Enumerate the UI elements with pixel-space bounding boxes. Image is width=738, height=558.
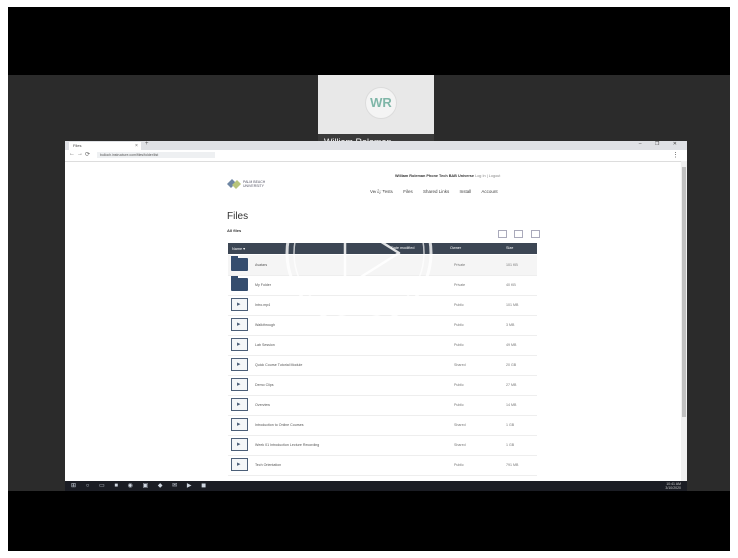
login-links[interactable]: Log In | Logout xyxy=(475,174,500,178)
reload-icon[interactable]: ⟳ xyxy=(85,151,90,158)
scroll-thumb[interactable] xyxy=(682,167,686,417)
file-size: 27 MB xyxy=(506,383,517,387)
file-icon xyxy=(231,398,248,411)
file-size: 40 KB xyxy=(506,283,516,287)
file-size: 1 GB xyxy=(506,423,515,427)
delete-icon[interactable] xyxy=(530,230,540,238)
logo-mark-icon xyxy=(227,179,241,189)
file-icon xyxy=(231,458,248,471)
file-icon xyxy=(231,438,248,451)
video-frame[interactable]: WR William Roleman Files × + – ❐ ✕ ← → ⟳… xyxy=(8,7,730,551)
participant-avatar: WR xyxy=(365,87,397,119)
file-owner: Public xyxy=(454,323,464,327)
file-icon xyxy=(231,338,248,351)
scrollbar[interactable] xyxy=(681,161,687,489)
logo-text: PALM BEACH UNIVERSITY xyxy=(243,180,266,188)
nav-install[interactable]: Install xyxy=(460,189,472,194)
file-name[interactable]: My Folder xyxy=(255,283,271,287)
file-name[interactable]: Avatars xyxy=(255,263,267,267)
new-folder-icon[interactable] xyxy=(514,230,524,238)
address-bar: ← → ⟳ bulloch.instructure.com/files/fold… xyxy=(65,150,687,162)
file-owner: Public xyxy=(454,463,464,467)
back-icon[interactable]: ← xyxy=(69,151,75,157)
letterbox-top xyxy=(8,7,730,75)
table-row[interactable]: Week 01 Introduction Lecture Recording Sh… xyxy=(228,435,537,456)
file-owner: Shared xyxy=(454,423,466,427)
taskbar-clock: 10:41 AM 3/10/2020 xyxy=(665,482,681,490)
tab-bar: Files × + – ❐ ✕ xyxy=(65,141,687,150)
folder-icon xyxy=(231,256,248,271)
file-name[interactable]: Tech Orientation xyxy=(255,463,281,467)
file-icon xyxy=(231,378,248,391)
file-owner: Shared xyxy=(454,443,466,447)
file-name[interactable]: Lab Session xyxy=(255,343,275,347)
file-name[interactable]: Demo Clips xyxy=(255,383,274,387)
taskbar: ⊞ ○ ▭ ■ ◉ ▣ ◆ ✉ ▶ ◼ 10:41 AM 3/10/2020 xyxy=(65,481,687,491)
play-icon[interactable] xyxy=(283,177,435,329)
file-icon xyxy=(231,358,248,371)
table-row[interactable]: Introduction to Online Courses Shared 1 GB xyxy=(228,415,537,436)
file-name[interactable]: Week 01 Introduction Lecture Recording xyxy=(255,443,319,447)
file-size: 101 MB xyxy=(506,303,519,307)
folder-icon xyxy=(231,276,248,291)
clock-date: 3/10/2020 xyxy=(665,486,681,490)
file-size: 14 MB xyxy=(506,403,517,407)
file-toolbar xyxy=(495,225,540,243)
taskbar-icons[interactable]: ⊞ ○ ▭ ■ ◉ ▣ ◆ ✉ ▶ ◼ xyxy=(71,482,210,489)
browser-tab[interactable]: Files × xyxy=(69,142,141,150)
table-row[interactable]: Overview Public 14 MB xyxy=(228,395,537,416)
file-name[interactable]: Overview xyxy=(255,403,270,407)
table-row[interactable]: Demo Clips Public 27 MB xyxy=(228,375,537,396)
file-name[interactable]: Introduction to Online Courses xyxy=(255,423,304,427)
site-logo[interactable]: PALM BEACH UNIVERSITY xyxy=(227,178,287,192)
tab-title: Files xyxy=(73,143,82,148)
file-owner: Public xyxy=(454,343,464,347)
window-controls[interactable]: – ❐ ✕ xyxy=(639,141,683,147)
file-name[interactable]: Intro.mp4 xyxy=(255,303,270,307)
table-row[interactable]: Tech Orientation Public 791 MB xyxy=(228,455,537,476)
letterbox-bottom xyxy=(8,491,730,551)
file-owner: Public xyxy=(454,303,464,307)
nav-account[interactable]: Account xyxy=(481,189,497,194)
upload-icon[interactable] xyxy=(498,230,507,238)
file-size: 20 GB xyxy=(506,363,517,367)
new-tab-button[interactable]: + xyxy=(145,141,149,147)
browser-menu-icon[interactable]: ⋮ xyxy=(672,151,679,159)
table-row[interactable]: Quick Course Tutorial Module Shared 20 GB xyxy=(228,355,537,376)
file-owner: Public xyxy=(454,383,464,387)
file-size: 49 MB xyxy=(506,343,517,347)
file-size: 3 MB xyxy=(506,323,515,327)
breadcrumb[interactable]: All files xyxy=(227,228,241,233)
file-owner: Public xyxy=(454,403,464,407)
forward-icon[interactable]: → xyxy=(77,151,83,157)
file-size: 791 MB xyxy=(506,463,519,467)
tab-close-icon[interactable]: × xyxy=(135,142,138,150)
file-size: 1 GB xyxy=(506,443,515,447)
file-name[interactable]: Walkthrough xyxy=(255,323,275,327)
file-owner: Shared xyxy=(454,363,466,367)
file-icon xyxy=(231,418,248,431)
file-icon xyxy=(231,318,248,331)
participant-tile: WR William Roleman xyxy=(318,75,434,151)
file-icon xyxy=(231,298,248,311)
file-owner: Private xyxy=(454,283,466,287)
column-name[interactable]: Name ▾ xyxy=(232,246,245,251)
column-owner[interactable]: Owner xyxy=(450,246,461,250)
table-row[interactable]: Lab Session Public 49 MB xyxy=(228,335,537,356)
url-field[interactable]: bulloch.instructure.com/files/folder/lis… xyxy=(97,152,215,158)
page-title: Files xyxy=(227,211,249,222)
file-owner: Private xyxy=(454,263,466,267)
file-name[interactable]: Quick Course Tutorial Module xyxy=(255,363,302,367)
file-size: 101 KB xyxy=(506,263,518,267)
column-size[interactable]: Size xyxy=(506,246,513,250)
